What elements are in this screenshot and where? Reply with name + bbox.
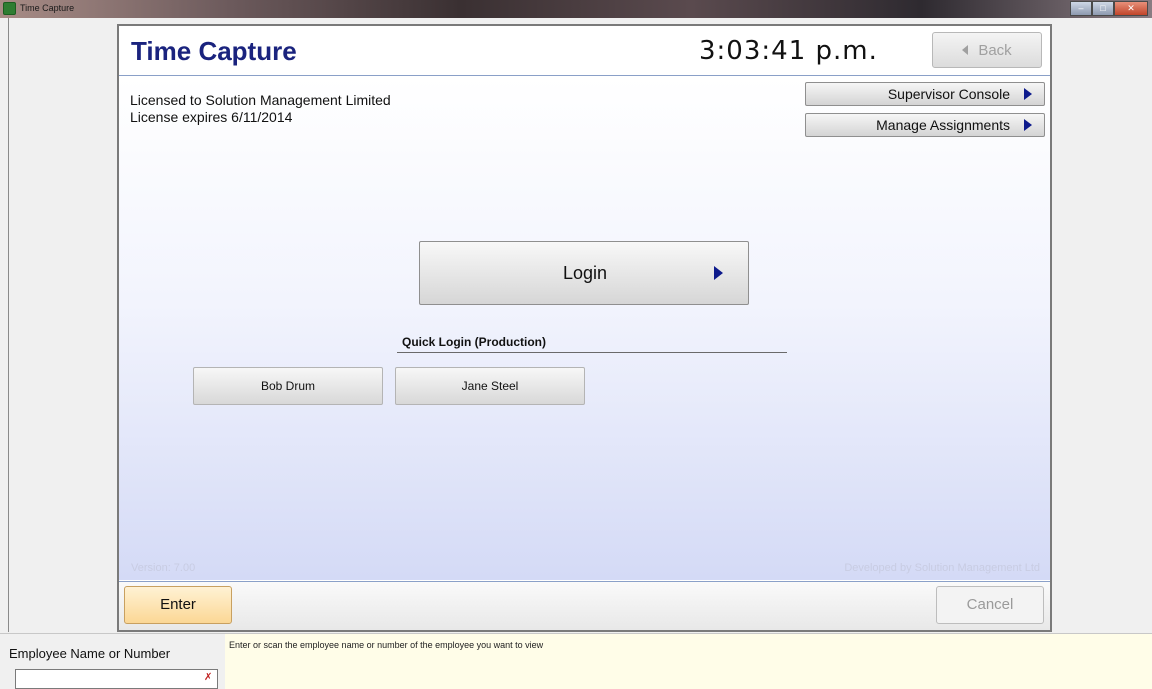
clear-icon[interactable]: ✗: [204, 672, 214, 684]
manage-assignments-label: Manage Assignments: [876, 117, 1010, 133]
content-body: Licensed to Solution Management Limited …: [119, 77, 1050, 580]
license-expiry: License expires 6/11/2014: [130, 109, 293, 125]
window-titlebar: Time Capture – □ ✕: [0, 0, 1152, 18]
app-icon: [3, 2, 16, 15]
window-title: Time Capture: [20, 3, 75, 13]
page-title: Time Capture: [131, 36, 297, 66]
close-icon[interactable]: ✕: [1114, 1, 1148, 16]
hint-box: Enter or scan the employee name or numbe…: [225, 634, 1152, 689]
enter-button[interactable]: Enter: [124, 586, 232, 624]
license-holder: Licensed to Solution Management Limited: [130, 92, 391, 108]
clock: 3:03:41 p.m.: [699, 36, 878, 66]
quick-login-user-button[interactable]: Jane Steel: [395, 367, 585, 405]
window-controls: – □ ✕: [1070, 1, 1148, 16]
developer-credit: Developed by Solution Management Ltd: [844, 562, 1040, 574]
minimize-icon[interactable]: –: [1070, 1, 1092, 16]
employee-input-overlay: ✗: [15, 669, 218, 689]
supervisor-console-button[interactable]: Supervisor Console: [805, 82, 1045, 106]
login-button[interactable]: Login: [419, 241, 749, 305]
header: Time Capture 3:03:41 p.m. Back: [119, 26, 1050, 76]
employee-label: Employee Name or Number: [9, 646, 171, 661]
quick-login-title: Quick Login (Production): [402, 335, 546, 349]
cancel-button[interactable]: Cancel: [936, 586, 1044, 624]
chevron-right-icon: [1024, 119, 1032, 131]
footer-bar: Enter Cancel: [119, 581, 1050, 630]
login-label: Login: [562, 263, 608, 283]
chevron-left-icon: [962, 45, 969, 55]
hint-text: Enter or scan the employee name or numbe…: [229, 640, 544, 650]
quick-login-user-button[interactable]: Bob Drum: [193, 367, 383, 405]
manage-assignments-button[interactable]: Manage Assignments: [805, 113, 1045, 137]
maximize-icon[interactable]: □: [1092, 1, 1114, 16]
back-button[interactable]: Back: [932, 32, 1042, 68]
chevron-right-icon: [1024, 88, 1032, 100]
back-label: Back: [978, 41, 1012, 59]
input-area: Employee Name or Number ✗ Enter or scan …: [0, 633, 1152, 689]
supervisor-console-label: Supervisor Console: [887, 86, 1010, 102]
quick-login-divider: [397, 352, 787, 353]
version-label: Version: 7.00: [131, 562, 196, 574]
chevron-right-icon: [714, 266, 723, 280]
main-panel: Time Capture 3:03:41 p.m. Back Licensed …: [117, 24, 1052, 632]
